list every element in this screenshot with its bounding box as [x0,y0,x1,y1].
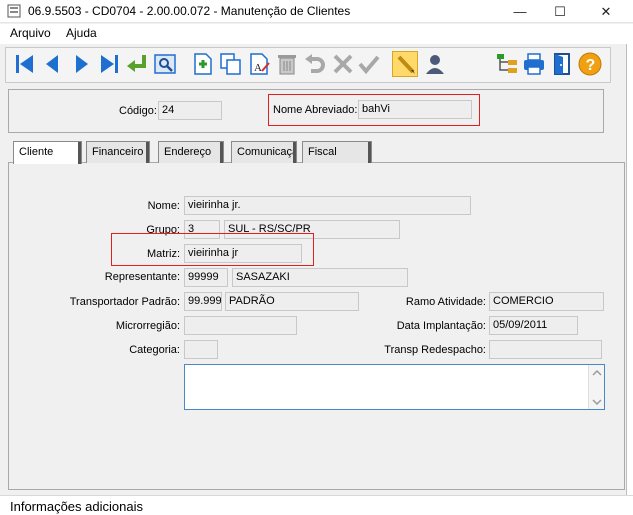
window-right-edge [626,44,633,495]
search-icon [154,54,176,74]
previous-record-button[interactable] [40,51,66,77]
tab-label: Cliente [19,146,54,158]
tab-shadow [146,142,149,163]
new-document-icon [194,53,212,75]
status-text: Informações adicionais [10,499,143,514]
user-button[interactable] [422,51,448,77]
textarea-scrollbar[interactable] [588,365,604,409]
next-icon [76,55,88,73]
observacoes-textarea[interactable] [184,364,605,410]
tab-label: Comunicaçã [237,146,297,158]
scroll-up-icon[interactable] [592,369,602,377]
window-title: 06.9.5503 - CD0704 - 2.00.00.072 - Manut… [28,4,351,18]
status-bar: Informações adicionais [0,495,633,515]
exit-door-icon [554,53,570,75]
edit-button[interactable]: A [246,51,272,77]
tab-cliente[interactable]: Cliente [13,141,82,164]
codigo-field[interactable]: 24 [158,101,222,120]
matriz-field[interactable]: vieirinha jr [184,244,302,263]
tab-endereco[interactable]: Endereço [158,141,224,163]
microrregiao-label: Microrregião: [115,320,180,332]
delete-button[interactable] [274,51,300,77]
next-record-button[interactable] [68,51,94,77]
tree-button[interactable] [494,51,520,77]
tab-label: Financeiro [92,146,144,158]
data-implantacao-label: Data Implantação: [396,320,486,332]
cancel-x-icon [333,54,353,74]
title-bar: 06.9.5503 - CD0704 - 2.00.00.072 - Manut… [0,0,633,23]
last-record-button[interactable] [96,51,122,77]
representante-name-field: SASAZAKI [232,268,408,287]
menu-ajuda[interactable]: Ajuda [66,26,97,40]
new-button[interactable] [190,51,216,77]
help-button[interactable]: ? [577,51,603,77]
confirm-button[interactable] [356,51,382,77]
close-button[interactable]: ✕ [586,0,626,23]
representante-code-field[interactable]: 99999 [184,268,228,287]
pencil-button[interactable] [392,51,418,77]
search-button[interactable] [152,51,178,77]
maximize-button[interactable]: ☐ [540,0,580,23]
transportador-code-field[interactable]: 99.999 [184,292,222,311]
ramo-atividade-label: Ramo Atividade: [405,296,486,308]
menu-arquivo[interactable]: Arquivo [10,26,51,40]
goto-button[interactable] [124,51,150,77]
tab-shadow [220,142,223,163]
copy-icon [220,53,241,75]
tab-shadow [293,142,296,163]
tab-shadow [78,142,81,164]
tab-shadow [368,142,371,163]
checkmark-icon [358,55,380,75]
pencil-icon [397,55,415,74]
representante-label: Representante: [104,271,180,283]
transportador-label: Transportador Padrão: [69,296,180,308]
tab-label: Endereço [164,146,212,158]
categoria-field[interactable] [184,340,218,359]
copy-button[interactable] [218,51,244,77]
app-icon [7,4,21,18]
transp-redespacho-label: Transp Redespacho: [384,344,486,356]
ramo-atividade-field[interactable]: COMERCIO [489,292,604,311]
tab-financeiro[interactable]: Financeiro [86,141,150,163]
nome-field[interactable]: vieirinha jr. [184,196,471,215]
last-icon [101,55,118,73]
matriz-label: Matriz: [147,248,180,260]
first-record-button[interactable] [12,51,38,77]
transp-redespacho-field[interactable] [489,340,602,359]
print-button[interactable] [521,51,547,77]
data-implantacao-field[interactable]: 05/09/2011 [489,316,578,335]
svg-text:A: A [254,62,262,74]
codigo-label: Código: [119,105,157,117]
exit-button[interactable] [549,51,575,77]
undo-icon [305,54,325,73]
tab-comunicacao[interactable]: Comunicaçã [231,141,297,163]
user-icon [426,55,444,74]
nome-abreviado-field[interactable]: bahVi [358,100,472,119]
scroll-down-icon[interactable] [592,398,602,406]
help-icon: ? [578,52,602,76]
microrregiao-field[interactable] [184,316,297,335]
edit-document-icon: A [250,53,270,75]
transportador-name-field: PADRÃO [225,292,359,311]
svg-text:?: ? [586,57,596,74]
first-icon [16,55,33,73]
goto-arrow-icon [127,55,146,72]
undo-button[interactable] [302,51,328,77]
tab-label: Fiscal [308,146,337,158]
cancel-button[interactable] [330,51,356,77]
tree-icon [497,54,517,73]
minimize-button[interactable]: — [500,0,540,23]
printer-icon [524,53,544,75]
previous-icon [46,55,58,73]
tab-fiscal[interactable]: Fiscal [302,141,372,163]
categoria-label: Categoria: [129,344,180,356]
nome-label: Nome: [147,200,180,212]
nome-abreviado-label: Nome Abreviado: [273,104,358,116]
trash-icon [278,55,296,75]
